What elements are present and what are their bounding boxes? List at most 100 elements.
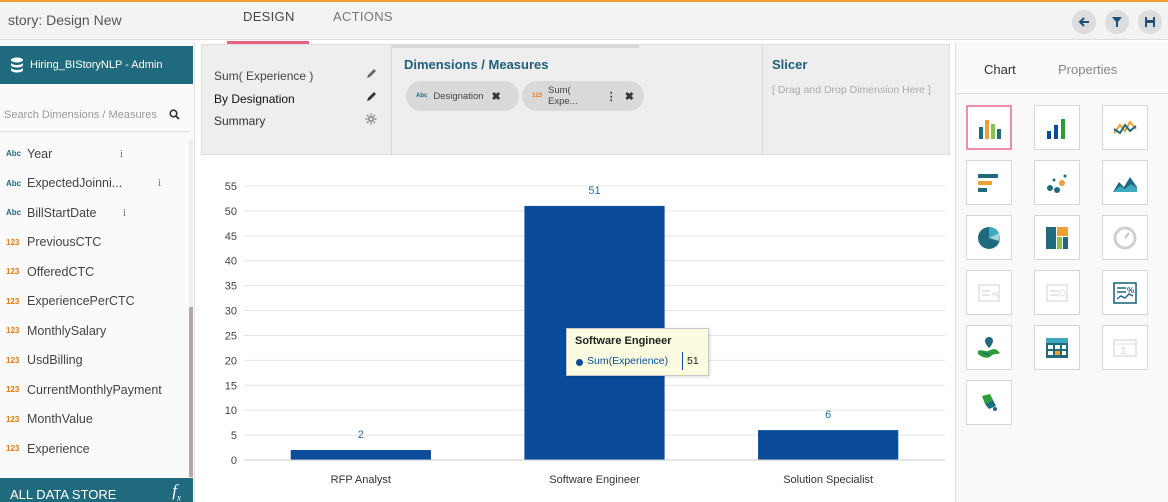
field-type: 123 — [6, 355, 20, 365]
edit-measure-icon[interactable] — [365, 68, 377, 80]
tab-design[interactable]: DESIGN — [243, 9, 295, 24]
field-item-usdbilling[interactable]: 123 UsdBilling — [0, 346, 190, 376]
field-list: Abc Year i Abc ExpectedJoinni... i Abc B… — [0, 139, 190, 464]
tab-properties[interactable]: Properties — [1058, 62, 1117, 77]
data-label: 51 — [588, 185, 600, 197]
field-item-currentmonthlypayment[interactable]: 123 CurrentMonthlyPayment — [0, 375, 190, 405]
filter-icon — [1112, 17, 1122, 27]
pie-chart-icon[interactable] — [966, 215, 1012, 260]
right-panel-tabs: Chart Properties — [956, 42, 1168, 94]
svg-text:%: % — [1127, 286, 1134, 295]
filter-button[interactable] — [1105, 10, 1129, 34]
field-item-billstartdate[interactable]: Abc BillStartDate i — [0, 198, 190, 228]
field-item-offeredctc[interactable]: 123 OfferedCTC — [0, 257, 190, 287]
trend-chart-icon[interactable]: % — [1102, 270, 1148, 315]
field-item-expectedjoinning[interactable]: Abc ExpectedJoinni... i — [0, 169, 190, 199]
slicer-title: Slicer — [772, 57, 808, 72]
chip-designation[interactable]: Abc Designation ✖ — [406, 81, 519, 111]
field-name: Experience — [27, 441, 90, 456]
dimension-label[interactable]: By Designation — [214, 92, 295, 106]
search-icon[interactable] — [169, 109, 180, 120]
tab-chart[interactable]: Chart — [984, 62, 1016, 77]
field-name: UsdBilling — [27, 353, 83, 368]
field-item-monthlysalary[interactable]: 123 MonthlySalary — [0, 316, 190, 346]
config-panels: Sum( Experience ) By Designation Summary… — [201, 44, 950, 155]
remove-chip-icon[interactable]: ✖ — [625, 90, 634, 103]
field-item-year[interactable]: Abc Year i — [0, 139, 190, 169]
gauge-chart-icon[interactable] — [1102, 215, 1148, 260]
y-tick-label: 55 — [225, 181, 237, 193]
panel-divider — [762, 45, 763, 154]
treemap-chart-icon[interactable] — [1034, 215, 1080, 260]
chip-type: 123 — [532, 93, 543, 99]
chart-bar[interactable] — [290, 450, 431, 460]
y-tick-label: 20 — [225, 355, 237, 367]
field-item-experiencepercctc[interactable]: 123 ExperiencePerCTC — [0, 287, 190, 317]
y-tick-label: 10 — [225, 405, 237, 417]
summary-table-icon[interactable]: Σ — [1102, 325, 1148, 370]
map-chart-icon[interactable] — [966, 325, 1012, 370]
data-label: 2 — [358, 429, 364, 441]
field-item-monthvalue[interactable]: 123 MonthValue — [0, 405, 190, 435]
info-icon[interactable]: i — [123, 207, 126, 219]
slicer-dropzone[interactable]: [ Drag and Drop Dimension Here ] — [772, 83, 948, 98]
chip-sum-experience[interactable]: 123 Sum( Expe... ⋮ ✖ — [522, 81, 644, 111]
area-chart-icon[interactable] — [1102, 160, 1148, 205]
field-type: 123 — [6, 414, 20, 424]
tooltip-series: Sum(Experience) — [587, 355, 669, 367]
search-input[interactable]: Search Dimensions / Measures — [4, 109, 169, 121]
formula-icon[interactable]: fx — [172, 481, 181, 502]
line-chart-icon[interactable] — [1102, 105, 1148, 150]
save-icon — [1145, 17, 1155, 27]
kpi-chart-icon[interactable]: % — [966, 270, 1012, 315]
chart-type-panel: Chart Properties % % Σ — [955, 42, 1168, 502]
edit-dimension-icon[interactable] — [365, 91, 377, 103]
y-tick-label: 0 — [231, 455, 237, 467]
field-name: OfferedCTC — [27, 264, 95, 279]
field-list-scroll-thumb[interactable] — [189, 307, 193, 477]
field-type: Abc — [6, 178, 22, 188]
tab-actions[interactable]: ACTIONS — [333, 9, 393, 24]
search-field[interactable]: Search Dimensions / Measures — [0, 98, 190, 132]
field-item-experience[interactable]: 123 Experience — [0, 434, 190, 464]
field-name: PreviousCTC — [27, 235, 102, 250]
tooltip-separator — [682, 352, 683, 370]
measure-label[interactable]: Sum( Experience ) — [214, 69, 313, 83]
progress-chart-icon[interactable] — [1034, 270, 1080, 315]
info-icon[interactable]: i — [120, 148, 123, 160]
field-type: 123 — [6, 237, 20, 247]
panel-divider — [391, 45, 392, 154]
summary-label[interactable]: Summary — [214, 114, 265, 128]
chart-tooltip: Software Engineer Sum(Experience) 51 — [566, 328, 709, 376]
scatter-chart-icon[interactable] — [1034, 160, 1080, 205]
bar-chart-icon[interactable] — [1034, 105, 1080, 150]
horizontal-bar-chart-icon[interactable] — [966, 160, 1012, 205]
chip-label: Sum( Expe... — [548, 85, 578, 107]
field-type: 123 — [6, 296, 20, 306]
field-name: MonthlySalary — [27, 323, 107, 338]
all-data-store-bar[interactable]: ALL DATA STORE fx — [0, 478, 193, 502]
datastore-header[interactable]: Hiring_BIStoryNLP - Admin — [0, 46, 193, 84]
sidebar: Hiring_BIStoryNLP - Admin Search Dimensi… — [0, 42, 195, 502]
field-type: 123 — [6, 444, 20, 454]
remove-chip-icon[interactable]: ✖ — [492, 90, 501, 103]
chip-type: Abc — [416, 93, 428, 99]
field-type: Abc — [6, 149, 22, 159]
tooltip-title: Software Engineer — [575, 335, 672, 347]
back-button[interactable] — [1072, 10, 1096, 34]
field-type: 123 — [6, 267, 20, 277]
chip-menu-icon[interactable]: ⋮ — [606, 90, 617, 103]
field-name: CurrentMonthlyPayment — [27, 382, 162, 397]
settings-gear-icon[interactable] — [365, 113, 377, 125]
grouped-bar-chart-icon[interactable] — [966, 105, 1012, 150]
hierarchy-chart-icon[interactable] — [966, 380, 1012, 425]
save-button[interactable] — [1138, 10, 1162, 34]
y-tick-label: 45 — [225, 231, 237, 243]
info-icon[interactable]: i — [158, 177, 161, 189]
field-name: Year — [27, 146, 53, 161]
chart-bar[interactable] — [758, 430, 899, 460]
field-type: Abc — [6, 208, 22, 218]
top-bar: story: Design New DESIGN ACTIONS — [0, 0, 1168, 40]
field-item-previousctc[interactable]: 123 PreviousCTC — [0, 228, 190, 258]
data-grid-icon[interactable] — [1034, 325, 1080, 370]
